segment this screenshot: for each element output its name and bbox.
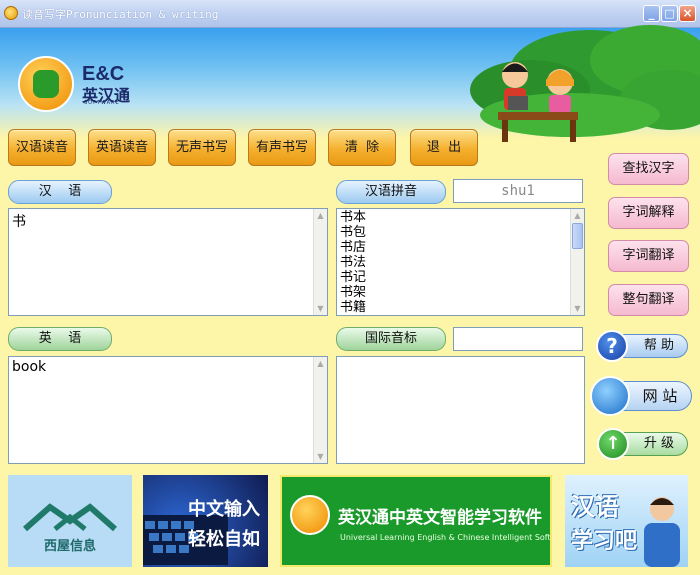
list-item[interactable]: 书店 xyxy=(340,240,366,255)
banner-input-line1: 中文输入 xyxy=(188,499,260,520)
logo-badge xyxy=(18,56,74,112)
app-icon xyxy=(4,6,18,20)
list-item[interactable]: 书记 xyxy=(340,270,366,285)
phonetic-textarea[interactable] xyxy=(336,356,585,464)
voiced-writing-button[interactable]: 有声书写 xyxy=(248,129,316,166)
clear-button[interactable]: 清 除 xyxy=(328,129,396,166)
pinyin-scrollbar[interactable]: ▲ ▼ xyxy=(570,209,584,315)
pinyin-field[interactable] xyxy=(453,179,583,203)
phonetic-input[interactable] xyxy=(454,328,582,350)
chinese-text: 书 xyxy=(12,214,26,230)
pinyin-word-list[interactable]: 书本 书包 书店 书法 书记 书架 书籍 ▲ ▼ xyxy=(336,208,585,316)
english-text: book xyxy=(12,359,47,375)
scroll-thumb[interactable] xyxy=(572,223,583,249)
exit-button[interactable]: 退 出 xyxy=(410,129,478,166)
banner-ec-title: 英汉通中英文智能学习软件 xyxy=(338,508,542,528)
globe-icon[interactable] xyxy=(590,376,630,416)
logo-tagline: SOFTWARE xyxy=(84,100,120,106)
list-item[interactable]: 书本 xyxy=(340,210,366,225)
chinese-label: 汉 语 xyxy=(8,180,112,204)
list-item[interactable]: 书籍 xyxy=(340,300,366,315)
scroll-up-icon[interactable]: ▲ xyxy=(314,357,327,370)
website-label: 网 站 xyxy=(642,387,678,405)
scroll-down-icon[interactable]: ▼ xyxy=(314,450,327,463)
upgrade-label: 升 级 xyxy=(643,436,675,451)
chinese-pronounce-button[interactable]: 汉语读音 xyxy=(8,129,76,166)
banner-logo-icon xyxy=(290,495,330,535)
arrow-up-icon[interactable]: ↑ xyxy=(597,428,629,460)
english-scrollbar[interactable]: ▲ ▼ xyxy=(313,357,327,463)
phonetic-field[interactable] xyxy=(453,327,583,351)
window-title: 读音写字Pronunciation & writing xyxy=(22,8,219,21)
english-textarea[interactable]: book ▲ ▼ xyxy=(8,356,328,464)
banner-chinese-input[interactable]: 中文输入 轻松自如 xyxy=(143,475,268,567)
list-item[interactable]: 书架 xyxy=(340,285,366,300)
phonetic-label: 国际音标 xyxy=(336,327,446,351)
thumb-up-icon xyxy=(33,70,59,98)
banner-learn-line1: 汉语 xyxy=(571,493,619,521)
banner-learn-line2: 学习吧 xyxy=(571,529,638,554)
scroll-up-icon[interactable]: ▲ xyxy=(571,209,584,222)
list-item[interactable]: 书包 xyxy=(340,225,366,240)
scroll-down-icon[interactable]: ▼ xyxy=(571,302,584,315)
chinese-textarea[interactable]: 书 ▲ ▼ xyxy=(8,208,328,316)
english-label: 英 语 xyxy=(8,327,112,351)
question-icon[interactable]: ? xyxy=(596,330,628,362)
banner-ec-software[interactable]: 英汉通中英文智能学习软件 Universal Learning English … xyxy=(280,475,552,567)
list-item[interactable]: 书法 xyxy=(340,255,366,270)
pinyin-label: 汉语拼音 xyxy=(336,180,446,204)
silent-writing-button[interactable]: 无声书写 xyxy=(168,129,236,166)
house-logo-icon xyxy=(23,503,117,532)
pinyin-input[interactable] xyxy=(454,180,582,202)
chinese-scrollbar[interactable]: ▲ ▼ xyxy=(313,209,327,315)
english-pronounce-button[interactable]: 英语读音 xyxy=(88,129,156,166)
word-translate-button[interactable]: 字词翻译 xyxy=(608,240,689,272)
word-list: 书本 书包 书店 书法 书记 书架 书籍 xyxy=(340,210,366,315)
banner-ec-subtitle: Universal Learning English & Chinese Int… xyxy=(340,533,552,542)
sentence-translate-button[interactable]: 整句翻译 xyxy=(608,284,689,316)
app-window: 读音写字Pronunciation & writing _ □ × E&C 英汉… xyxy=(0,0,700,575)
banner-xiwu-text: 西屋信息 xyxy=(43,539,96,554)
banner-xiwu[interactable]: 西屋信息 xyxy=(8,475,132,567)
banner-learn-chinese[interactable]: 汉语 学习吧 xyxy=(565,475,688,567)
banner-input-line2: 轻松自如 xyxy=(188,529,260,550)
scroll-up-icon[interactable]: ▲ xyxy=(314,209,327,222)
word-explain-button[interactable]: 字词解释 xyxy=(608,197,689,229)
find-character-button[interactable]: 查找汉字 xyxy=(608,153,689,185)
student-photo xyxy=(644,497,680,567)
help-label: 帮 助 xyxy=(643,338,675,353)
scroll-down-icon[interactable]: ▼ xyxy=(314,302,327,315)
